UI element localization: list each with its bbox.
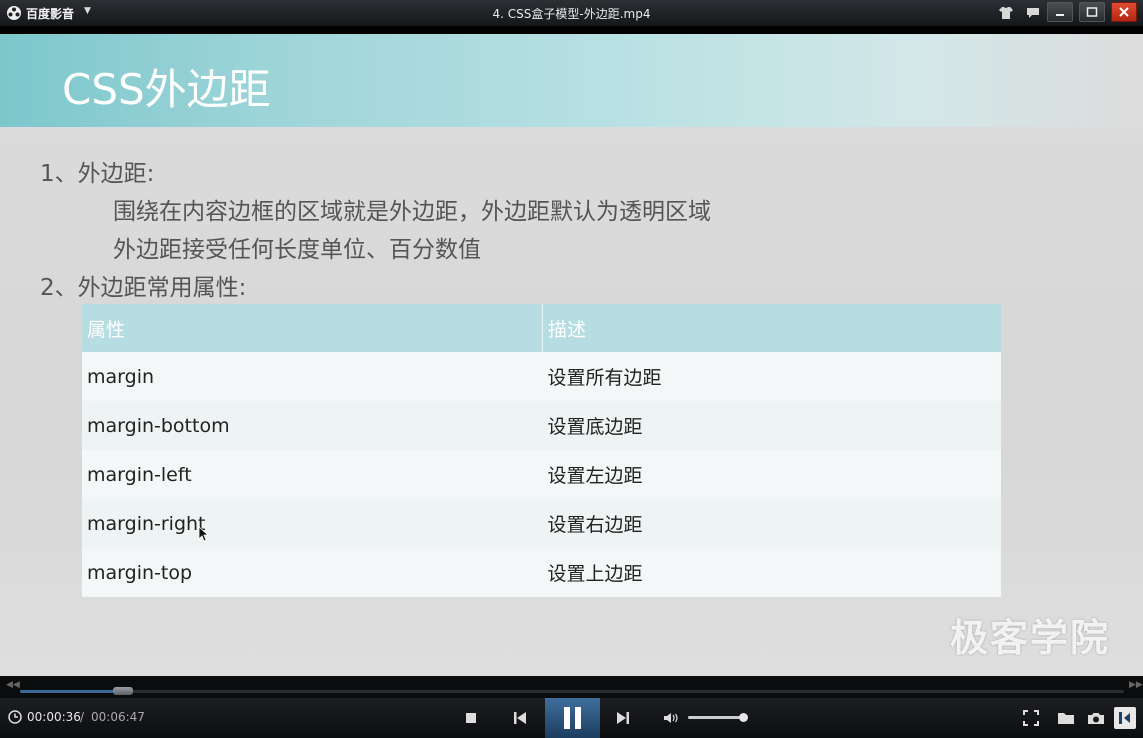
close-icon xyxy=(1119,7,1129,17)
control-bar: 00:00:36 / 00:06:47 xyxy=(0,698,1143,738)
volume-slider[interactable] xyxy=(688,713,748,722)
slide-point-1-desc-2: 外边距接受任何长度单位、百分数值 xyxy=(113,237,481,263)
description-cell: 设置底边距 xyxy=(542,401,1001,450)
slide-title: CSS外边距 xyxy=(62,65,271,114)
property-cell: margin xyxy=(82,352,543,401)
description-cell: 设置左边距 xyxy=(542,450,1001,499)
margin-properties-table: 属性 描述 margin 设置所有边距 margin-bottom 设置底边距 … xyxy=(82,304,1001,597)
volume-handle[interactable] xyxy=(738,713,748,722)
fullscreen-button[interactable] xyxy=(1021,709,1041,727)
open-folder-button[interactable] xyxy=(1056,709,1076,727)
slide-point-1-desc: 围绕在内容边框的区域就是外边距，外边距默认为透明区域 xyxy=(113,199,711,225)
property-cell: margin-left xyxy=(82,450,543,499)
speaker-icon xyxy=(664,713,678,723)
volume-fill xyxy=(688,716,743,719)
slide-header: CSS外边距 xyxy=(0,34,1143,127)
pause-icon xyxy=(564,707,581,729)
window-title: 4. CSS盒子模型-外边距.mp4 xyxy=(492,7,651,21)
pause-button[interactable] xyxy=(545,698,600,738)
mouse-cursor-icon xyxy=(198,526,208,542)
current-time: 00:00:36 xyxy=(27,710,81,724)
volume-button[interactable] xyxy=(662,709,682,727)
total-time: 00:06:47 xyxy=(91,710,145,724)
column-header-description: 描述 xyxy=(542,304,1001,352)
seek-bar: ◀◀ ▶▶ xyxy=(0,676,1143,698)
property-cell: margin-top xyxy=(82,548,543,597)
playlist-toggle-button[interactable] xyxy=(1114,707,1136,729)
column-header-property: 属性 xyxy=(82,304,543,352)
feedback-chat-icon[interactable] xyxy=(1024,4,1042,22)
fullscreen-icon xyxy=(1023,710,1039,726)
minimize-icon xyxy=(1056,14,1064,16)
table-row: margin 设置所有边距 xyxy=(82,352,1001,401)
table-row: margin-bottom 设置底边距 xyxy=(82,401,1001,450)
title-bar: 百度影音 ▼ 4. CSS盒子模型-外边距.mp4 xyxy=(0,0,1143,26)
next-button[interactable] xyxy=(613,709,633,727)
slide-point-2: 2、外边距常用属性: xyxy=(40,275,247,301)
clock-icon[interactable] xyxy=(8,710,22,724)
table-header-row: 属性 描述 xyxy=(82,304,1001,352)
skip-next-icon xyxy=(617,712,629,724)
maximize-icon xyxy=(1086,7,1098,17)
maximize-button[interactable] xyxy=(1079,2,1105,22)
close-button[interactable] xyxy=(1111,2,1137,22)
table-row: margin-left 设置左边距 xyxy=(82,450,1001,499)
skin-shirt-icon[interactable] xyxy=(997,4,1015,22)
previous-button[interactable] xyxy=(510,709,530,727)
progress-handle[interactable] xyxy=(113,687,134,695)
table-row: margin-top 设置上边距 xyxy=(82,548,1001,597)
screenshot-button[interactable] xyxy=(1086,709,1106,727)
time-separator: / xyxy=(80,710,85,724)
seek-back-icon[interactable]: ◀◀ xyxy=(6,680,20,690)
minimize-button[interactable] xyxy=(1047,2,1073,22)
progress-track[interactable] xyxy=(20,687,1124,695)
description-cell: 设置右边距 xyxy=(542,499,1001,548)
seek-forward-icon[interactable]: ▶▶ xyxy=(1129,680,1143,690)
property-cell: margin-bottom xyxy=(82,401,543,450)
folder-icon xyxy=(1058,713,1074,724)
skip-previous-icon xyxy=(514,712,526,724)
description-cell: 设置上边距 xyxy=(542,548,1001,597)
stop-icon xyxy=(466,713,476,723)
slide-point-1: 1、外边距: xyxy=(40,161,155,187)
property-cell: margin-right xyxy=(82,499,543,548)
description-cell: 设置所有边距 xyxy=(542,352,1001,401)
stop-button[interactable] xyxy=(462,710,480,726)
camera-icon xyxy=(1088,713,1104,724)
progress-fill xyxy=(20,690,119,693)
panel-collapse-icon xyxy=(1119,712,1130,724)
watermark-logo: 极客学院 xyxy=(950,616,1111,660)
video-frame[interactable]: CSS外边距 1、外边距: 围绕在内容边框的区域就是外边距，外边距默认为透明区域… xyxy=(0,34,1143,676)
table-row: margin-right 设置右边距 xyxy=(82,499,1001,548)
